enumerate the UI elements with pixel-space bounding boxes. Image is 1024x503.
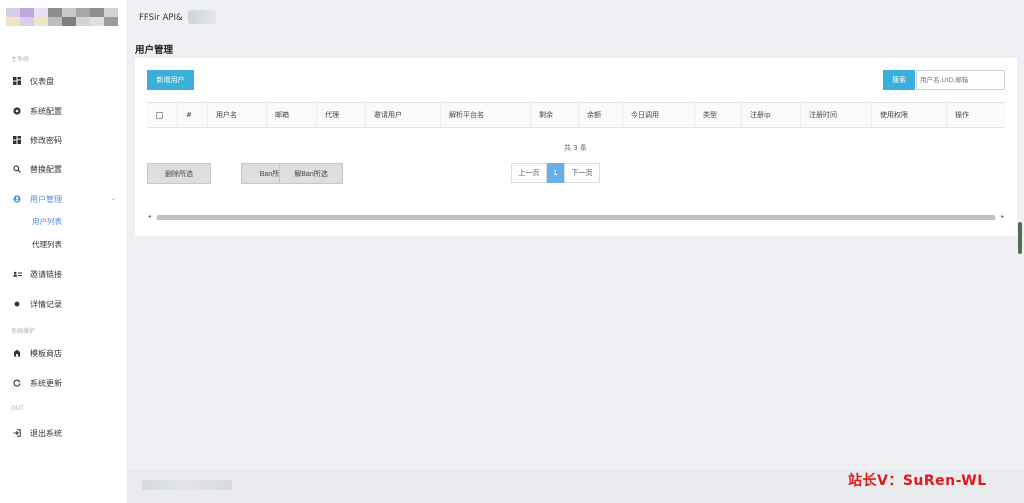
select-all-checkbox[interactable] <box>156 111 163 119</box>
section-label-out: OUT <box>11 405 24 412</box>
sub-item-user-list[interactable]: 用户列表 <box>32 213 62 229</box>
column-header: 类型 <box>694 103 741 127</box>
search-button[interactable]: 搜索 <box>883 70 915 90</box>
nav-label: 用户管理 <box>30 194 62 204</box>
select-all-cell <box>147 103 177 127</box>
chevron-down-icon: ⌄ <box>110 194 116 202</box>
store-icon <box>12 348 22 358</box>
nav-logout[interactable]: 退出系统 <box>0 422 128 444</box>
add-user-button[interactable]: 新增用户 <box>147 70 194 90</box>
nav-label: 系统更新 <box>30 378 62 388</box>
scrollbar-thumb[interactable] <box>157 215 995 220</box>
nav-label: 详情记录 <box>30 299 62 309</box>
invite-icon <box>12 269 22 279</box>
key-icon <box>12 135 22 145</box>
logo <box>6 8 118 28</box>
nav-label: 退出系统 <box>30 428 62 438</box>
nav-user-management[interactable]: 用户管理 ⌄ <box>0 188 128 210</box>
nav-change-password[interactable]: 修改密码 <box>0 129 128 151</box>
sub-item-agent-list[interactable]: 代理列表 <box>32 236 62 252</box>
update-icon <box>12 378 22 388</box>
nav-label: 模板商店 <box>30 348 62 358</box>
page-scrollbar[interactable] <box>1018 222 1022 254</box>
section-label-dev: 系统维护 <box>11 328 36 335</box>
nav-label: 替换配置 <box>30 164 62 174</box>
nav-label: 系统配置 <box>30 106 62 116</box>
settings-icon <box>12 106 22 116</box>
nav-label: 邀请链接 <box>30 269 62 279</box>
nav-system-config[interactable]: 系统配置 <box>0 100 128 122</box>
brand-title: FFSir API& <box>139 13 183 23</box>
pagination: 上一页 1 下一页 <box>511 163 600 183</box>
nav-detail-records[interactable]: 详情记录 <box>0 293 128 315</box>
unban-selected-button[interactable]: 解Ban所选 <box>279 163 343 184</box>
column-header: 今日调用 <box>622 103 694 127</box>
column-header: 注册ip <box>741 103 800 127</box>
brand-blur <box>188 10 216 24</box>
nav-dashboard[interactable]: 仪表盘 <box>0 70 128 92</box>
column-header: 代理 <box>316 103 365 127</box>
section-label-main: 主系统 <box>11 56 30 63</box>
total-count: 共 3 条 <box>564 144 587 152</box>
column-header: 用户名 <box>207 103 266 127</box>
replace-icon <box>12 164 22 174</box>
page-title: 用户管理 <box>135 45 174 56</box>
column-header: # <box>177 103 207 127</box>
delete-selected-button[interactable]: 删除所选 <box>147 163 211 184</box>
user-list-card: 新增用户 搜索 # 用户名 邮箱 代理 邀请用户 解析平台名 剩余 余额 今日调… <box>135 58 1017 236</box>
scroll-right-icon[interactable]: ▸ <box>1001 213 1004 220</box>
record-icon <box>12 299 22 309</box>
column-header: 邀请用户 <box>365 103 440 127</box>
footer-blur <box>142 480 232 490</box>
nav-label: 修改密码 <box>30 135 62 145</box>
column-header: 使用权限 <box>871 103 946 127</box>
user-table-header: # 用户名 邮箱 代理 邀请用户 解析平台名 剩余 余额 今日调用 类型 注册i… <box>147 102 1005 128</box>
top-bar: FFSir API& <box>128 0 1024 36</box>
prev-page-button[interactable]: 上一页 <box>511 163 547 183</box>
column-header: 注册时间 <box>800 103 871 127</box>
search-input[interactable] <box>916 70 1005 90</box>
column-header: 邮箱 <box>266 103 316 127</box>
column-header: 余额 <box>578 103 622 127</box>
logout-icon <box>12 428 22 438</box>
column-header: 操作 <box>946 103 1005 127</box>
page-1-button[interactable]: 1 <box>547 163 564 183</box>
column-header: 剩余 <box>530 103 578 127</box>
nav-template-store[interactable]: 模板商店 <box>0 342 128 364</box>
nav-invite-link[interactable]: 邀请链接 <box>0 263 128 285</box>
sidebar: 主系统 仪表盘 系统配置 修改密码 替换配置 用户管理 ⌄ 用户列表 代理列表 <box>0 0 128 503</box>
watermark: 站长V：SuRen-WL <box>848 473 987 489</box>
scroll-left-icon[interactable]: ◂ <box>148 213 151 220</box>
dashboard-icon <box>12 76 22 86</box>
user-icon <box>12 194 22 204</box>
nav-label: 仪表盘 <box>30 76 54 86</box>
horizontal-scrollbar[interactable]: ◂ ▸ <box>147 212 1005 222</box>
nav-replace-config[interactable]: 替换配置 <box>0 158 128 180</box>
column-header: 解析平台名 <box>440 103 530 127</box>
next-page-button[interactable]: 下一页 <box>564 163 600 183</box>
nav-system-update[interactable]: 系统更新 <box>0 372 128 394</box>
